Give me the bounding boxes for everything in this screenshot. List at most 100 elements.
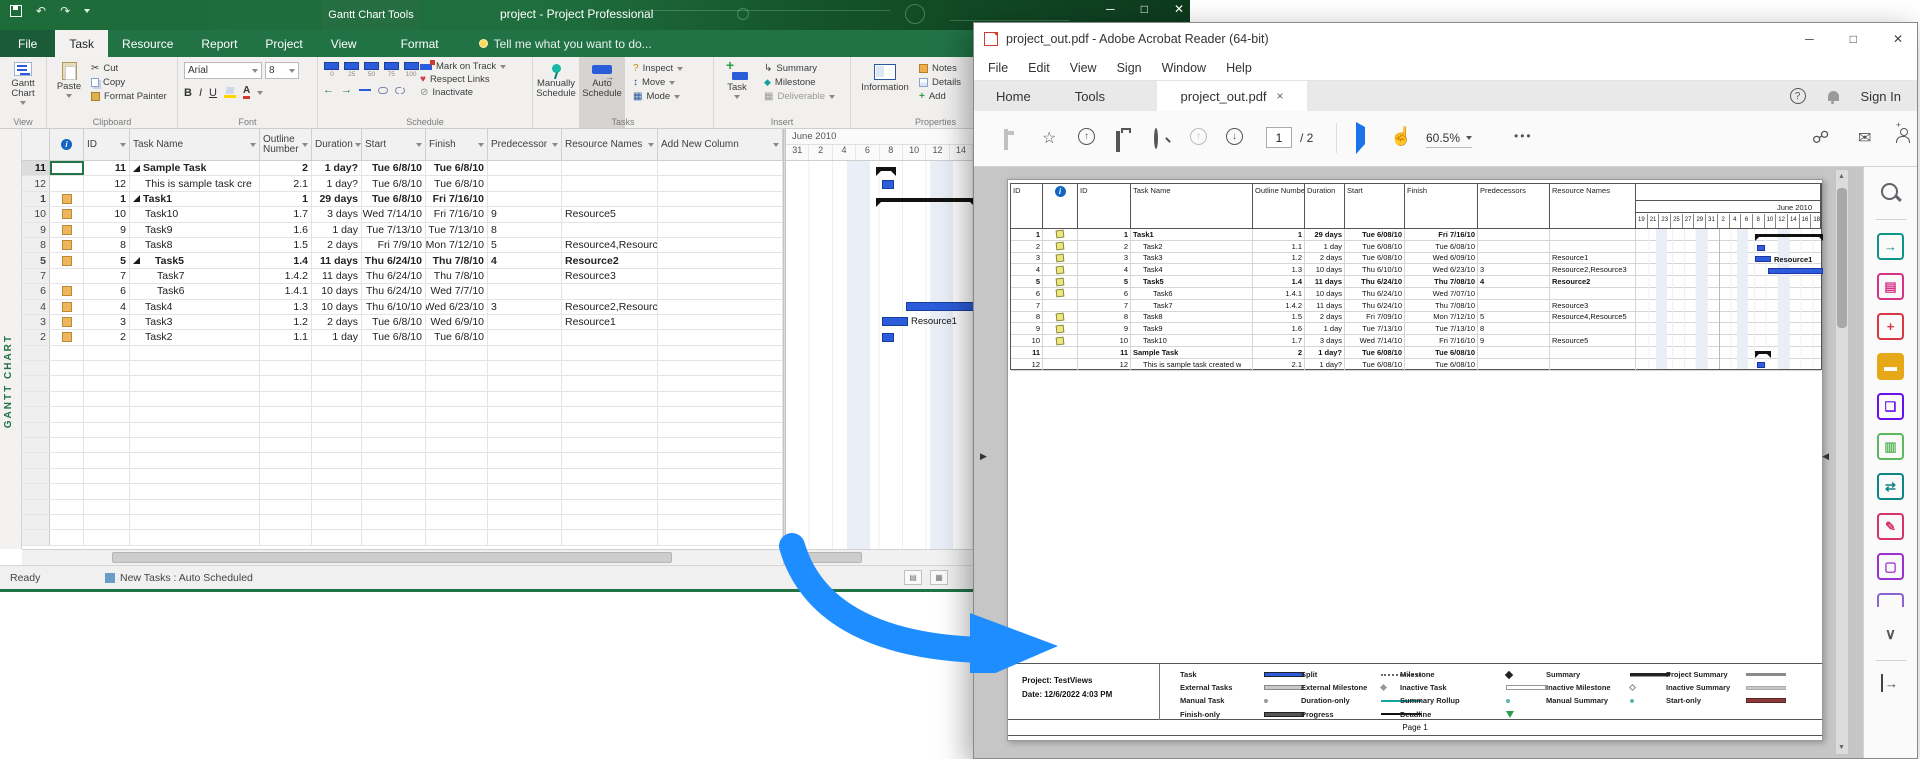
empty-cell[interactable] — [130, 469, 260, 483]
percent-complete-button[interactable]: 50 — [363, 62, 381, 78]
empty-cell[interactable] — [658, 500, 783, 514]
filter-caret-icon[interactable] — [250, 143, 256, 147]
header-start[interactable]: Start — [362, 129, 426, 160]
header-predecessor[interactable]: Predecessor — [488, 129, 562, 160]
empty-cell[interactable] — [84, 346, 130, 360]
empty-cell[interactable] — [658, 423, 783, 437]
cut-button[interactable]: ✂ Cut — [91, 63, 167, 74]
predecessor-cell[interactable]: 9 — [488, 207, 562, 221]
empty-cell[interactable] — [312, 515, 362, 529]
hand-tool-icon[interactable]: ☝ — [1390, 126, 1412, 147]
empty-cell[interactable] — [312, 469, 362, 483]
empty-cell[interactable] — [50, 484, 84, 498]
fill-sign-icon[interactable]: ✎ — [1877, 513, 1904, 540]
start-cell[interactable]: Tue 7/13/10 — [362, 223, 426, 237]
id-cell[interactable]: 11 — [84, 161, 130, 175]
indicator-cell[interactable] — [50, 161, 84, 175]
empty-cell[interactable] — [488, 469, 562, 483]
ribbon-tab[interactable]: View — [317, 30, 371, 57]
save-icon[interactable] — [1004, 131, 1008, 149]
id-cell[interactable]: 8 — [84, 238, 130, 252]
add-column-cell[interactable] — [658, 284, 783, 298]
tab-format[interactable]: Format — [387, 30, 453, 57]
previous-page-icon[interactable]: ↑ — [1190, 128, 1207, 145]
empty-cell[interactable] — [426, 361, 488, 375]
finish-cell[interactable]: Fri 7/16/10 — [426, 207, 488, 221]
start-cell[interactable]: Wed 7/14/10 — [362, 207, 426, 221]
menu-item[interactable]: File — [988, 61, 1008, 75]
task-name-cell[interactable]: Sample Task — [130, 161, 260, 175]
send-email-icon[interactable]: ✉ — [1858, 128, 1871, 148]
sign-in-button[interactable]: Sign In — [1861, 89, 1901, 104]
row-number-cell[interactable]: 10 — [22, 207, 50, 221]
start-cell[interactable]: Thu 6/24/10 — [362, 253, 426, 267]
split-task-icon[interactable] — [359, 89, 371, 91]
Task6[interactable]: 6 6 Task6 1.4.1 10 days Thu 6/24/10 Wed … — [22, 284, 783, 299]
font-family-select[interactable]: Arial — [184, 62, 262, 79]
predecessor-cell[interactable] — [488, 284, 562, 298]
empty-cell[interactable] — [22, 361, 50, 375]
search-icon[interactable] — [1154, 130, 1158, 148]
pdf-page[interactable]: ID i ID Task Name Outline Numbe Duration… — [1007, 179, 1823, 741]
finish-cell[interactable]: Tue 6/8/10 — [426, 176, 488, 190]
outline-cell[interactable]: 1.1 — [260, 330, 312, 344]
row-number-cell[interactable]: 3 — [22, 315, 50, 329]
format-painter-button[interactable]: Format Painter — [91, 91, 167, 102]
italic-button[interactable]: I — [199, 87, 202, 99]
empty-cell[interactable] — [130, 361, 260, 375]
Task8[interactable]: 8 8 Task8 1.5 2 days Fri 7/9/10 Mon 7/12… — [22, 238, 783, 253]
zoom-level-select[interactable]: 60.5% — [1426, 131, 1472, 148]
Task10[interactable]: 10 10 Task10 1.7 3 days Wed 7/14/10 Fri … — [22, 207, 783, 222]
maximize-button[interactable]: □ — [1850, 32, 1857, 46]
add-column-cell[interactable] — [658, 238, 783, 252]
duration-cell[interactable]: 1 day — [312, 330, 362, 344]
empty-cell[interactable] — [312, 361, 362, 375]
close-tab-icon[interactable]: × — [1277, 89, 1284, 103]
page-number-input[interactable]: 1 — [1266, 127, 1292, 148]
Sample Task[interactable]: 11 11 Sample Task 2 1 day? Tue 6/8/10 Tu… — [22, 161, 783, 176]
row-number-cell[interactable]: 2 — [22, 330, 50, 344]
empty-cell[interactable] — [488, 500, 562, 514]
empty-cell[interactable] — [130, 407, 260, 421]
finish-cell[interactable]: Wed 6/23/10 — [426, 300, 488, 314]
finish-cell[interactable]: Fri 7/16/10 — [426, 192, 488, 206]
panel-divider-top[interactable] — [1876, 219, 1906, 220]
start-cell[interactable]: Tue 6/8/10 — [362, 176, 426, 190]
empty-cell[interactable] — [84, 361, 130, 375]
header-indicator[interactable]: i — [50, 129, 84, 160]
resource-cell[interactable] — [562, 330, 658, 344]
row-number-cell[interactable]: 12 — [22, 176, 50, 190]
help-icon[interactable]: ? — [1790, 88, 1806, 104]
empty-cell[interactable] — [658, 346, 783, 360]
empty-cell[interactable] — [22, 530, 50, 544]
empty-cell[interactable] — [260, 469, 312, 483]
tab-task[interactable]: Task — [55, 30, 108, 57]
empty-cell[interactable] — [362, 500, 426, 514]
share-link-icon[interactable]: ☍ — [1812, 128, 1829, 148]
add-column-cell[interactable] — [658, 192, 783, 206]
outline-cell[interactable]: 1 — [260, 192, 312, 206]
empty-cell[interactable] — [260, 361, 312, 375]
empty-cell[interactable] — [658, 515, 783, 529]
empty-cell[interactable] — [84, 376, 130, 390]
empty-cell[interactable] — [260, 423, 312, 437]
row-number-cell[interactable]: 8 — [22, 238, 50, 252]
start-cell[interactable]: Tue 6/8/10 — [362, 315, 426, 329]
predecessor-cell[interactable] — [488, 269, 562, 283]
add-column-cell[interactable] — [658, 330, 783, 344]
Task3[interactable]: 3 3 Task3 1.2 2 days Tue 6/8/10 Wed 6/9/… — [22, 315, 783, 330]
empty-cell[interactable] — [488, 407, 562, 421]
empty-cell[interactable] — [22, 392, 50, 406]
row-number-cell[interactable]: 7 — [22, 269, 50, 283]
duration-cell[interactable]: 1 day — [312, 223, 362, 237]
filter-caret-icon[interactable] — [478, 143, 484, 147]
maximize-button[interactable]: □ — [1141, 2, 1148, 16]
empty-cell[interactable] — [50, 392, 84, 406]
insert-deliverable-button[interactable]: ▦ Deliverable — [764, 91, 835, 102]
empty-cell[interactable] — [658, 438, 783, 452]
filter-caret-icon[interactable] — [773, 143, 779, 147]
filter-caret-icon[interactable] — [355, 143, 361, 147]
empty-cell[interactable] — [84, 515, 130, 529]
outline-cell[interactable]: 1.2 — [260, 315, 312, 329]
indicator-cell[interactable] — [50, 176, 84, 190]
